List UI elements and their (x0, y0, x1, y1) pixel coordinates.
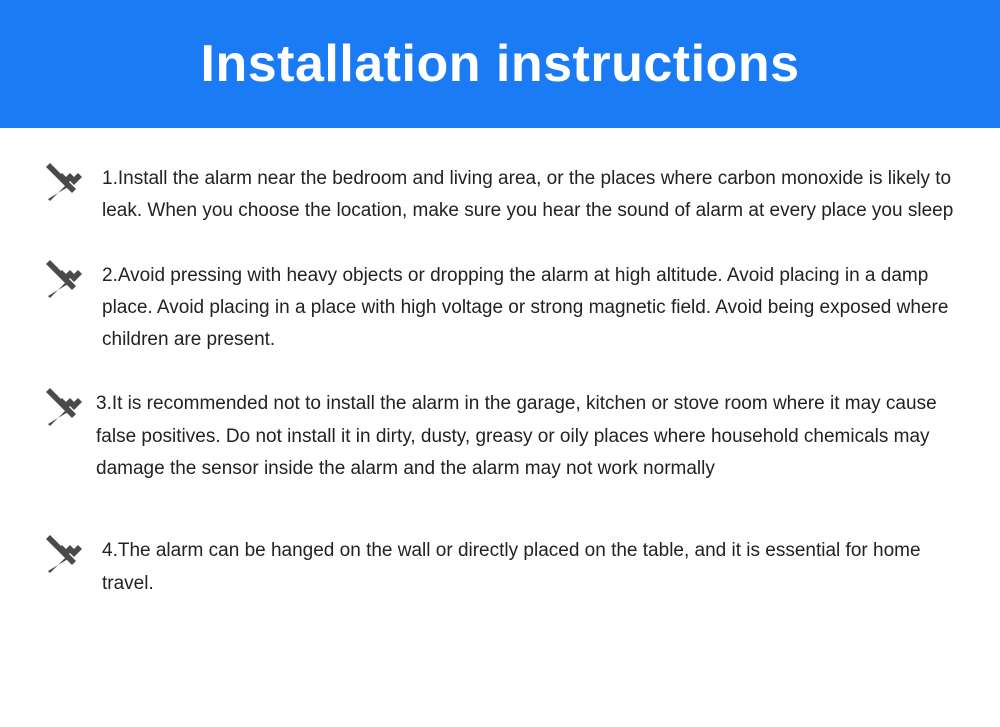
hammer-tools-icon (40, 531, 88, 579)
hammer-tools-icon (40, 384, 88, 432)
instruction-item: 3.It is recommended not to install the a… (40, 388, 960, 485)
instruction-item: 4.The alarm can be hanged on the wall or… (40, 535, 960, 600)
header-banner: Installation instructions (0, 0, 1000, 128)
hammer-tools-icon (40, 159, 88, 207)
instruction-text: 2.Avoid pressing with heavy objects or d… (102, 260, 960, 357)
instruction-item: 1.Install the alarm near the bedroom and… (40, 163, 960, 228)
instruction-text: 4.The alarm can be hanged on the wall or… (102, 535, 960, 600)
instruction-text: 3.It is recommended not to install the a… (96, 388, 960, 485)
instruction-text: 1.Install the alarm near the bedroom and… (102, 163, 960, 228)
instruction-item: 2.Avoid pressing with heavy objects or d… (40, 260, 960, 357)
instructions-list: 1.Install the alarm near the bedroom and… (0, 128, 1000, 600)
hammer-tools-icon (40, 256, 88, 304)
page-title: Installation instructions (201, 34, 800, 94)
